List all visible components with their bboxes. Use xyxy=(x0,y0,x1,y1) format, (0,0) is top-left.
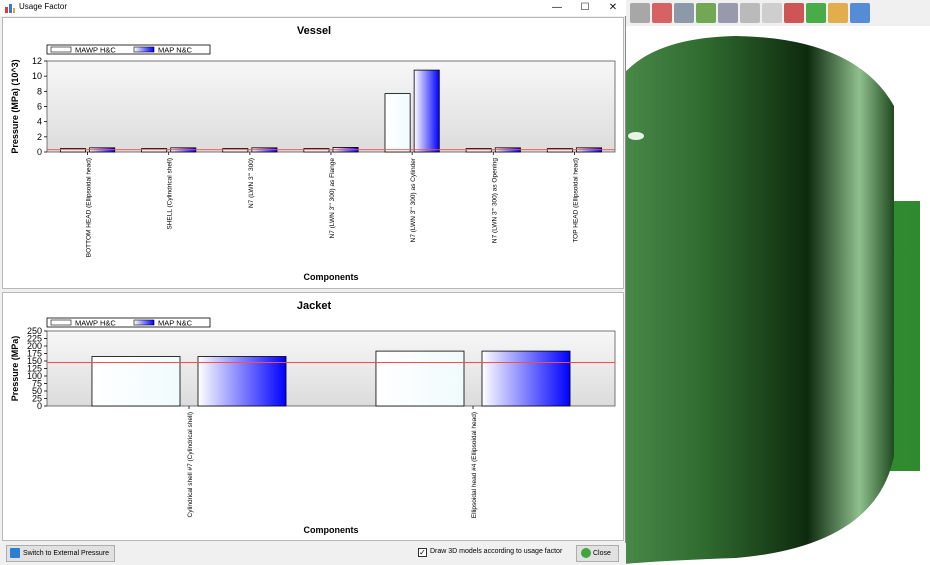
document-icon[interactable] xyxy=(718,3,738,23)
x-tick-label: SHELL (Cylindrical shell) xyxy=(167,158,174,230)
x-tick-label: BOTTOM HEAD (Ellipsoidal head) xyxy=(86,158,93,257)
y-tick-label: 12 xyxy=(32,56,42,66)
check-icon xyxy=(581,548,591,558)
y-tick-label: 0 xyxy=(37,147,42,157)
legend-label-series-b: MAP N&C xyxy=(158,319,193,328)
y-tick-label: 10 xyxy=(32,71,42,81)
pressure-icon xyxy=(10,548,20,558)
switch-external-pressure-button[interactable]: Switch to External Pressure xyxy=(6,545,115,562)
legend-label-series-a: MAWP H&C xyxy=(75,46,116,55)
y-tick-label: 250 xyxy=(27,326,42,336)
x-tick-label: TOP HEAD (Ellipsoidal head) xyxy=(572,158,579,243)
chart-legend: MAWP H&C MAP N&C xyxy=(46,317,211,328)
x-tick-label: N7 (LWN 3"' 300) as Cylinder xyxy=(410,157,417,242)
switch-external-pressure-label: Switch to External Pressure xyxy=(23,550,109,557)
bar-chart-icon[interactable] xyxy=(850,3,870,23)
x-axis-label: Components xyxy=(304,525,359,535)
y-tick-label: 8 xyxy=(37,86,42,96)
jacket-chart: JacketMAWP H&C MAP N&C0255075100125150175… xyxy=(10,300,616,535)
bar-series-b xyxy=(481,350,571,407)
layers-icon[interactable] xyxy=(696,3,716,23)
chart-legend: MAWP H&C MAP N&C xyxy=(46,44,211,55)
y-axis-label: Pressure (MPa) xyxy=(10,336,20,402)
bar-series-a xyxy=(546,148,573,153)
bar-series-a xyxy=(91,356,181,407)
draw-3d-checkbox[interactable]: ✓ xyxy=(418,548,427,557)
bar-chart-icon xyxy=(5,4,15,13)
vessel-head-icon[interactable] xyxy=(740,3,760,23)
maximize-button[interactable]: ☐ xyxy=(571,0,599,16)
legend-swatch-series-b xyxy=(133,46,155,53)
close-button-label: Close xyxy=(593,550,611,557)
bar-series-b xyxy=(197,356,287,407)
thermometer-icon[interactable] xyxy=(652,3,672,23)
vessel-3d-model[interactable] xyxy=(626,26,930,565)
bar-series-a xyxy=(303,148,330,153)
jacket-chart-panel: Jacket MAWP H&C MAP N&C 0 25 50 75 100 125 150 175… xyxy=(2,292,624,541)
legend-swatch-series-a xyxy=(50,319,72,326)
legend-swatch-series-b xyxy=(133,319,155,326)
legend-label-series-b: MAP N&C xyxy=(158,46,193,55)
close-window-button[interactable]: ✕ xyxy=(599,0,627,16)
title-bar: Usage Factor — ☐ ✕ xyxy=(0,0,626,16)
3d-viewport[interactable] xyxy=(626,0,930,565)
close-button[interactable]: Close xyxy=(576,545,619,562)
vessel-shell-icon[interactable] xyxy=(762,3,782,23)
dialog-footer: Switch to External Pressure ✓ Draw 3D mo… xyxy=(0,543,626,565)
bar-series-a xyxy=(60,148,86,153)
x-tick-label: N7 (LWN 3"' 300) xyxy=(248,158,255,208)
vessel-chart: Vessel MAWP H&C MAP N&C 0 2 4 6 8 10 12 Pressure (… xyxy=(10,25,616,282)
x-tick-label: Ellipsoidal head #4 (Ellipsoidal head) xyxy=(471,412,478,518)
chart-title: Vessel xyxy=(297,25,331,37)
vessel-chart-panel: Vessel MAWP H&C MAP N&C 0 2 4 6 8 10 12 Pressure (… xyxy=(2,17,624,289)
bar-series-b xyxy=(413,69,440,153)
bar-series-a xyxy=(375,350,465,407)
bar-series-a xyxy=(141,148,168,153)
wrench-icon[interactable] xyxy=(630,3,650,23)
y-tick-label: 4 xyxy=(37,117,42,127)
x-tick-label: N7 (LWN 3"' 300) as Flange xyxy=(329,158,336,239)
bar-series-a xyxy=(384,93,411,153)
nozzle-chain-icon[interactable] xyxy=(784,3,804,23)
draw-3d-label: Draw 3D models according to usage factor xyxy=(430,548,563,555)
window-title: Usage Factor xyxy=(19,2,68,11)
books-icon[interactable] xyxy=(674,3,694,23)
y-axis-label: Pressure (MPa) (10^3) xyxy=(10,59,20,153)
report-icon[interactable] xyxy=(828,3,848,23)
y-tick-label: 2 xyxy=(37,132,42,142)
plot-area xyxy=(46,60,616,153)
legend-swatch-series-a xyxy=(50,46,72,53)
x-axis-label: Components xyxy=(304,272,359,282)
pulse-chart-icon[interactable] xyxy=(806,3,826,23)
x-tick-label: N7 (LWN 3"' 300) as Opening xyxy=(491,158,498,243)
legend-label-series-a: MAWP H&C xyxy=(75,319,116,328)
usage-factor-dialog: Usage Factor — ☐ ✕ Vessel MAWP H&C MAP N&C… xyxy=(0,0,626,565)
chart-title: Jacket xyxy=(297,300,332,312)
minimize-button[interactable]: — xyxy=(543,0,571,16)
viewport-toolbar xyxy=(626,0,930,26)
bar-series-a xyxy=(222,148,249,153)
bar-series-a xyxy=(465,148,492,153)
y-tick-label: 6 xyxy=(37,102,42,112)
x-tick-label: Cylindrical shell #7 (Cylindrical shell) xyxy=(187,412,194,517)
